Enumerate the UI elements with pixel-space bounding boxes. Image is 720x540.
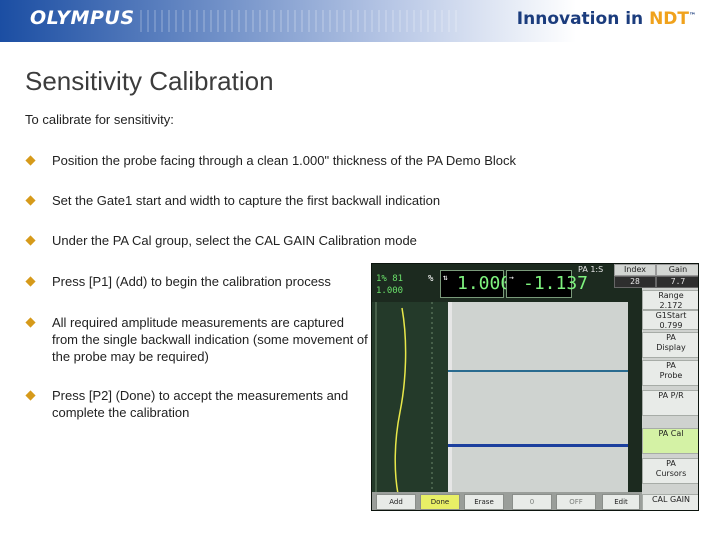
index-value: 28	[614, 276, 656, 288]
banner-decoration	[140, 10, 460, 32]
side-item-range[interactable]: Range 2.172	[642, 290, 698, 310]
diamond-bullet-icon	[25, 155, 36, 166]
reading-box-1: ⇅ 1.000	[440, 270, 511, 298]
reading-value-1: 1.000	[457, 273, 512, 294]
reading-box-2: → -1.137	[506, 270, 588, 298]
side-item-pa-display[interactable]: PA Display	[642, 332, 698, 358]
add-softkey[interactable]: Add	[376, 494, 416, 510]
index-header: Index	[614, 264, 656, 276]
pa-mode-label: PA 1:S	[578, 265, 604, 274]
bullet-text: Press [P1] (Add) to begin the calibratio…	[52, 274, 331, 289]
backwall-echo-2	[448, 444, 628, 447]
s-scan-plot	[448, 302, 628, 498]
tagline-tm: ™	[689, 11, 696, 20]
tagline-prefix: Innovation in	[516, 9, 650, 29]
bullet-text: Set the Gate1 start and width to capture…	[52, 193, 441, 208]
depth-icon: ⇅	[443, 273, 448, 282]
tagline-ndt: NDT	[649, 9, 689, 29]
olympus-logo: OLYMPUS	[30, 7, 135, 29]
header-banner: OLYMPUS Innovation in NDT™	[0, 0, 720, 42]
diamond-bullet-icon	[25, 317, 36, 328]
intro-text: To calibrate for sensitivity:	[25, 112, 174, 127]
side-item-g1start[interactable]: G1Start 0.799	[642, 310, 698, 330]
diamond-bullet-icon	[25, 235, 36, 246]
bullet-text: Press [P2] (Done) to accept the measurem…	[52, 388, 349, 420]
amplitude-readout: 1% 81	[376, 274, 404, 284]
page-title: Sensitivity Calibration	[25, 66, 274, 96]
backwall-echo-1	[448, 370, 628, 372]
instrument-screenshot: 1% 81 1.000 % ⇅ 1.000 → -1.137 PA 1:S In…	[371, 263, 699, 511]
bullet-text: Position the probe facing through a clea…	[52, 153, 516, 168]
percent-label: %	[428, 274, 434, 284]
erase-softkey[interactable]: Erase	[464, 494, 504, 510]
done-softkey[interactable]: Done	[420, 494, 460, 510]
a-scan-waveform	[375, 302, 433, 498]
side-item-pa-pr[interactable]: PA P/R	[642, 390, 698, 416]
reading-value-2: -1.137	[523, 273, 589, 294]
diamond-bullet-icon	[25, 195, 36, 206]
side-item-pa-probe[interactable]: PA Probe	[642, 360, 698, 386]
arrow-right-icon: →	[509, 273, 514, 282]
plot-stripe	[448, 302, 452, 498]
gain-header: Gain	[656, 264, 698, 276]
diamond-bullet-icon	[25, 390, 36, 401]
softkey-bar: Add Done Erase 0 OFF Edit	[372, 492, 642, 510]
bullet-text: All required amplitude measurements are …	[52, 315, 368, 364]
a-scan-plot	[372, 302, 448, 498]
side-item-pa-cursors[interactable]: PA Cursors	[642, 458, 698, 484]
value-softkey[interactable]: 0	[512, 494, 552, 510]
side-item-cal-gain[interactable]: CAL GAIN	[642, 494, 698, 510]
side-menu: Index 28 Gain 7.7 Range 2.172 G1Start 0.79…	[614, 264, 698, 510]
gain-value: 7.7	[656, 276, 698, 288]
diamond-bullet-icon	[25, 276, 36, 287]
tagline: Innovation in NDT™	[517, 9, 696, 29]
edit-softkey[interactable]: Edit	[602, 494, 640, 510]
side-item-pa-cal[interactable]: PA Cal	[642, 428, 698, 454]
bullet-text: Under the PA Cal group, select the CAL G…	[52, 233, 417, 248]
amplitude-readout-2: 1.000	[376, 286, 404, 296]
color-scale	[628, 302, 642, 498]
off-softkey[interactable]: OFF	[556, 494, 596, 510]
